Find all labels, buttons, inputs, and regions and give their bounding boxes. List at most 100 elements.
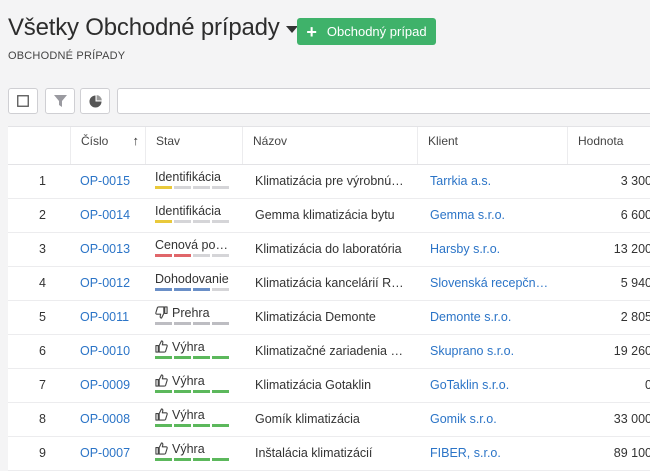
plus-icon: + [306, 21, 317, 42]
stage-progress-bar [155, 186, 229, 189]
table-row[interactable]: 5 OP-0011 Prehra Klimatizácia Demonte Demont… [8, 301, 650, 335]
stage-progress-segment [193, 288, 210, 291]
stage-progress-segment [174, 254, 191, 257]
table-row[interactable]: 3 OP-0013 Cenová ponuka Klimatizácia do lab… [8, 233, 650, 267]
deal-id-link[interactable]: OP-0011 [80, 301, 150, 333]
deal-stage-label: Cenová ponuka [155, 238, 229, 252]
column-header-stav[interactable]: Stav [145, 127, 242, 164]
deal-name: Klimatizačné zariadenia Skuprano [255, 344, 407, 358]
table-row[interactable]: 4 OP-0012 Dohodovanie Klimatizácia kancelár… [8, 267, 650, 301]
search-input[interactable] [117, 88, 650, 114]
deal-name: Inštalácia klimatizácií [255, 446, 373, 460]
stage-progress-segment [193, 322, 210, 325]
deal-stage: Výhra [155, 369, 235, 401]
deal-name: Klimatizácia kancelárií Recepčná [255, 276, 407, 290]
client-link[interactable]: FIBER, s.r.o. [430, 437, 555, 469]
client-link[interactable]: Gomik s.r.o. [430, 403, 555, 435]
column-header-hodnota[interactable]: Hodnota [567, 127, 650, 164]
deal-name: Klimatizácia Gotaklin [255, 378, 372, 392]
filter-icon [53, 95, 67, 107]
stage-progress-segment [155, 458, 172, 461]
deal-id-link[interactable]: OP-0012 [80, 267, 150, 299]
column-header-klient[interactable]: Klient [417, 127, 567, 164]
stage-progress-segment [212, 356, 229, 359]
stage-progress-segment [193, 254, 210, 257]
row-number: 2 [39, 208, 46, 222]
stage-progress-segment [155, 288, 172, 291]
stage-progress-segment [193, 390, 210, 393]
deal-stage: Prehra [155, 301, 235, 333]
deal-value: 3 300 [620, 174, 650, 188]
deal-stage-label: Výhra [172, 340, 205, 354]
stage-progress-segment [174, 186, 191, 189]
column-header-index [8, 127, 70, 164]
deal-stage: Výhra [155, 403, 235, 435]
select-all-button[interactable] [8, 88, 38, 114]
title-dropdown[interactable]: Všetky Obchodné prípady [8, 14, 298, 42]
deal-value: 19 260 [613, 344, 650, 358]
table-row[interactable]: 8 OP-0008 Výhra Gomík klimatizácia Gomik s.r… [8, 403, 650, 437]
client-link[interactable]: Skuprano s.r.o. [430, 335, 555, 367]
column-header-label: Stav [156, 134, 181, 148]
table-row[interactable]: 6 OP-0010 Výhra Klimatizačné zariadenia Sku… [8, 335, 650, 369]
stage-progress-segment [155, 390, 172, 393]
sort-ascending-icon[interactable]: ↑ [123, 127, 140, 155]
chart-button[interactable] [80, 88, 110, 114]
new-deal-button-label: Obchodný prípad [326, 24, 427, 39]
page-subtitle: OBCHODNÉ PRÍPADY [8, 50, 126, 62]
deal-value: 6 600 [620, 208, 650, 222]
stage-progress-segment [155, 254, 172, 257]
deal-stage-label: Výhra [172, 408, 205, 422]
stage-progress-segment [155, 424, 172, 427]
table-row[interactable]: 1 OP-0015 Identifikácia Klimatizácia pre vý… [8, 165, 650, 199]
filter-button[interactable] [45, 88, 75, 114]
deal-id-link[interactable]: OP-0009 [80, 369, 150, 401]
client-link[interactable]: Harsby s.r.o. [430, 233, 555, 265]
stage-progress-segment [193, 220, 210, 223]
row-number: 7 [39, 378, 46, 392]
deal-stage: Cenová ponuka [155, 233, 235, 265]
caret-down-icon[interactable] [285, 25, 298, 33]
stage-progress-segment [193, 356, 210, 359]
deal-stage-label: Identifikácia [155, 170, 222, 184]
deal-name: Gemma klimatizácia bytu [255, 208, 395, 222]
deals-table: Číslo ↑ Stav Názov Klient Hodnota 1 OP-00… [8, 126, 650, 471]
stage-progress-segment [212, 220, 229, 223]
stage-progress-segment [174, 424, 191, 427]
client-link[interactable]: Slovenská recepčná a.s. [430, 267, 555, 299]
column-header-label: Názov [253, 134, 288, 148]
column-header-cislo[interactable]: Číslo ↑ [70, 127, 145, 164]
table-row[interactable]: 9 OP-0007 Výhra Inštalácia klimatizácií FIBE… [8, 437, 650, 471]
row-number: 5 [39, 310, 46, 324]
thumbs-up-icon [155, 442, 172, 456]
table-row[interactable]: 7 OP-0009 Výhra Klimatizácia Gotaklin GoTakl… [8, 369, 650, 403]
deal-id-link[interactable]: OP-0013 [80, 233, 150, 265]
deal-stage: Výhra [155, 335, 235, 367]
column-header-nazov[interactable]: Názov [242, 127, 417, 164]
client-link[interactable]: Demonte s.r.o. [430, 301, 555, 333]
deal-id-link[interactable]: OP-0014 [80, 199, 150, 231]
client-link[interactable]: Gemma s.r.o. [430, 199, 555, 231]
client-link[interactable]: GoTaklin s.r.o. [430, 369, 555, 401]
stage-progress-bar [155, 254, 229, 257]
stage-progress-bar [155, 220, 229, 223]
stage-progress-bar [155, 356, 229, 359]
column-header-label: Klient [428, 134, 459, 148]
deal-value: 13 200 [613, 242, 650, 256]
pie-chart-icon [88, 94, 102, 108]
checkbox-icon [17, 95, 29, 107]
deal-id-link[interactable]: OP-0010 [80, 335, 150, 367]
new-deal-button[interactable]: + Obchodný prípad [297, 18, 436, 45]
deal-id-link[interactable]: OP-0008 [80, 403, 150, 435]
thumbs-up-icon [155, 374, 172, 388]
table-row[interactable]: 2 OP-0014 Identifikácia Gemma klimatizácia … [8, 199, 650, 233]
client-link[interactable]: Tarrkia a.s. [430, 165, 555, 197]
stage-progress-segment [174, 356, 191, 359]
deal-name: Klimatizácia pre výrobnú halu [255, 174, 407, 188]
stage-progress-segment [174, 390, 191, 393]
deal-id-link[interactable]: OP-0007 [80, 437, 150, 469]
stage-progress-segment [193, 424, 210, 427]
stage-progress-segment [212, 322, 229, 325]
deal-id-link[interactable]: OP-0015 [80, 165, 150, 197]
stage-progress-segment [155, 356, 172, 359]
